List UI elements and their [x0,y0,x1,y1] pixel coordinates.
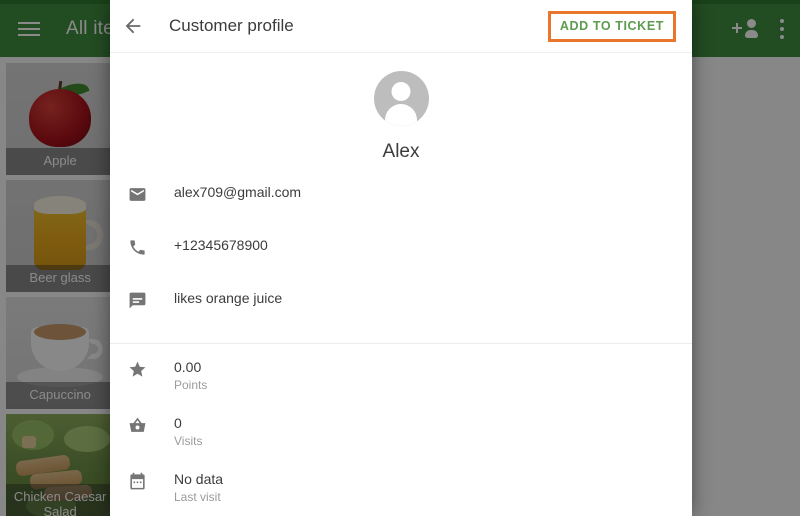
stat-row-last-visit: No data Last visit [110,470,692,508]
visits-value: 0 [174,415,182,431]
calendar-icon [128,470,174,491]
contact-text: +12345678900 [174,236,268,254]
customer-profile-dialog: Customer profile ADD TO TICKET Alex alex… [110,0,692,516]
stat-text: No data Last visit [174,470,223,505]
stat-row-points: 0.00 Points [110,358,692,396]
phone-icon [128,236,174,257]
dialog-header: Customer profile ADD TO TICKET [110,0,692,53]
contact-row-phone[interactable]: +12345678900 [110,236,692,274]
points-value: 0.00 [174,359,202,375]
profile-header: Alex [110,53,692,177]
page-title: Customer profile [169,16,294,35]
stat-text: 0 Visits [174,414,202,449]
person-avatar-icon [373,71,429,126]
note-icon [128,289,174,310]
contact-row-note[interactable]: likes orange juice [110,289,692,327]
stat-row-visits: 0 Visits [110,414,692,452]
last-visit-value: No data [174,471,224,487]
email-value: alex709@gmail.com [174,184,302,200]
email-icon [128,183,174,204]
stats-section: 0.00 Points 0 Visits No data Last visit [110,344,692,516]
phone-value: +12345678900 [174,237,268,253]
customer-name: Alex [382,141,420,162]
visits-label: Visits [174,434,203,448]
basket-icon [128,414,174,435]
stat-text: 0.00 Points [174,358,207,393]
last-visit-label: Last visit [174,490,221,504]
note-value: likes orange juice [174,290,283,306]
contact-text: alex709@gmail.com [174,183,301,201]
star-icon [128,358,174,379]
contact-row-email[interactable]: alex709@gmail.com [110,183,692,221]
contact-section: alex709@gmail.com +12345678900 likes ora… [110,177,692,343]
add-to-ticket-button[interactable]: ADD TO TICKET [547,11,676,42]
points-label: Points [174,378,208,392]
screen: All items Apple Beer glass Capuccino Chi… [0,0,800,516]
arrow-back-icon[interactable] [110,0,156,53]
contact-text: likes orange juice [174,289,282,307]
